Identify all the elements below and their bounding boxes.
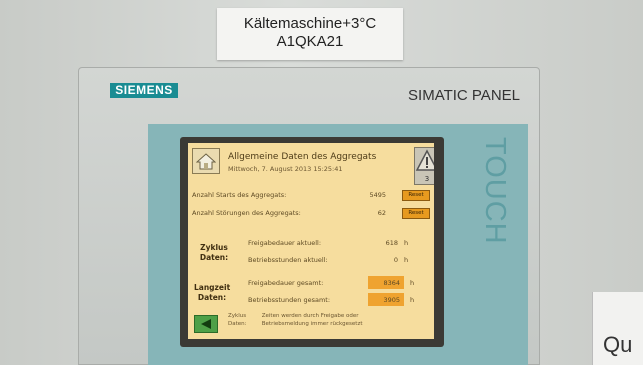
footer-note-col2: Zeiten werden durch Freigabe oder Betrie… xyxy=(262,313,363,328)
starts-label: Anzahl Starts des Aggregats: xyxy=(192,191,287,199)
footer-note-col2-line1: Zeiten werden durch Freigabe oder xyxy=(261,313,359,319)
touch-label: TOUCH xyxy=(479,137,511,245)
side-sign-text: Qu xyxy=(603,332,633,357)
footer-note: Zyklus Daten: Zeiten werden durch Freiga… xyxy=(228,313,362,328)
zyklus-heading-line1: Zyklus xyxy=(200,243,228,252)
footer-note-col2-line2: Betriebsmeldung immer rückgesetzt xyxy=(261,320,363,327)
betrieb-aktuell-value: 0 xyxy=(393,256,398,264)
betrieb-gesamt-unit: h xyxy=(410,296,415,304)
machine-label-card: Kältemaschine+3°C A1QKA21 xyxy=(217,8,403,60)
warning-icon xyxy=(415,149,434,171)
panel-bezel: SIEMENS SIMATIC PANEL TOUCH Allgemeine D… xyxy=(78,67,540,365)
machine-label-line2: A1QKA21 xyxy=(276,33,344,50)
faults-label: Anzahl Störungen des Aggregats: xyxy=(192,209,301,217)
machine-label-line1: Kältemaschine+3°C xyxy=(243,15,377,32)
panel-model-label: SIMATIC PANEL xyxy=(408,87,520,104)
footer-note-col1-line2: Daten: xyxy=(228,320,247,327)
zyklus-heading-line2: Daten: xyxy=(199,253,229,262)
alarm-count: 3 xyxy=(424,175,430,183)
reset-faults-button[interactable]: Reset xyxy=(402,208,430,219)
freigabe-aktuell-unit: h xyxy=(404,239,409,247)
side-sign: Qu xyxy=(592,292,643,365)
reset-starts-button[interactable]: Reset xyxy=(402,190,430,201)
footer-note-col1: Zyklus Daten: xyxy=(228,313,260,328)
freigabe-gesamt-label: Freigabedauer gesamt: xyxy=(248,279,324,287)
betrieb-aktuell-unit: h xyxy=(404,256,409,264)
screen-title: Allgemeine Daten des Aggregats xyxy=(228,152,377,162)
betrieb-gesamt-label: Betriebsstunden gesamt: xyxy=(248,296,331,304)
langzeit-heading-line2: Daten: xyxy=(197,293,227,302)
home-button[interactable] xyxy=(192,148,220,174)
alarm-button[interactable]: 3 xyxy=(414,147,434,185)
langzeit-heading-line1: Langzeit xyxy=(194,283,231,292)
langzeit-heading: Langzeit Daten: xyxy=(194,283,230,303)
freigabe-aktuell-value: 618 xyxy=(385,239,398,247)
betrieb-aktuell-label: Betriebsstunden aktuell: xyxy=(248,256,328,264)
freigabe-aktuell-label: Freigabedauer aktuell: xyxy=(248,239,322,247)
back-arrow-icon xyxy=(201,319,211,329)
zyklus-heading: Zyklus Daten: xyxy=(196,243,232,263)
screen-frame: Allgemeine Daten des Aggregats Mittwoch,… xyxy=(180,137,444,347)
screen-datetime: Mittwoch, 7. August 2013 15:25:41 xyxy=(228,165,343,173)
betrieb-gesamt-value: 3905 xyxy=(383,296,400,304)
starts-value: 5495 xyxy=(369,191,386,199)
back-button[interactable] xyxy=(194,315,218,333)
footer-note-col1-line1: Zyklus xyxy=(228,313,247,319)
siemens-logo: SIEMENS xyxy=(110,83,178,98)
faults-value: 62 xyxy=(377,209,386,217)
home-icon xyxy=(196,153,216,170)
freigabe-gesamt-unit: h xyxy=(410,279,415,287)
freigabe-gesamt-value: 8364 xyxy=(383,279,400,287)
hmi-screen: Allgemeine Daten des Aggregats Mittwoch,… xyxy=(188,143,434,339)
